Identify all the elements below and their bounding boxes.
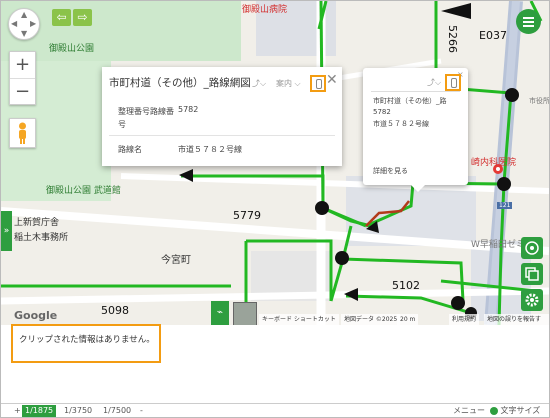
keyboard-shortcuts-link[interactable]: キーボード ショートカット (259, 314, 339, 325)
bubble-route-name: 市道５７８２号線 (373, 120, 429, 128)
main-menu-button[interactable] (516, 9, 541, 34)
pan-down-icon[interactable]: ▼ (21, 29, 27, 38)
gear-icon (525, 293, 539, 307)
scale-plus-button[interactable]: + (14, 405, 21, 417)
map-label-hospital: 御殿山病院 (242, 5, 288, 15)
share-icon[interactable]: ⤴⌵ (252, 78, 266, 89)
popup-row-value: 市道５７８２号線 (178, 145, 242, 154)
road-number-5102: 5102 (392, 279, 420, 292)
arrow-right-icon: ⇨ (77, 10, 88, 24)
map-label-clinic: 崎内科医院 (471, 158, 517, 168)
text-size-button[interactable]: 文字サイズ (490, 405, 540, 417)
close-icon[interactable]: ✕ (326, 72, 338, 88)
share-icon[interactable]: ⤴⌵ (427, 77, 441, 88)
map-label-kamishin: 上新賀庁舎 (14, 218, 60, 228)
hamburger-icon (523, 17, 534, 19)
plus-circle-icon (490, 406, 498, 415)
road-number-5098: 5098 (101, 304, 129, 317)
popup-row-value: 5782 (178, 105, 199, 114)
popup-dropdown[interactable]: 案内 ⌵ (276, 78, 301, 89)
bubble-title: 市町村道（その他）_路 (373, 97, 447, 105)
map-label-route-121: 121 (497, 202, 513, 209)
pan-left-icon[interactable]: ◀ (11, 19, 17, 28)
clip-icon (316, 79, 322, 89)
clip-button[interactable] (310, 75, 326, 92)
popup-row-label: 整理番号路線番号 (118, 107, 174, 129)
scale-option[interactable]: 1/3750 (61, 405, 95, 417)
map-label-park-budokan: 御殿山公園 武道館 (46, 186, 121, 196)
popup-title: 市町村道（その他）_路線網図 (109, 77, 251, 89)
google-logo: Google (14, 309, 58, 322)
map-data-attribution: 地図データ ©2025 (341, 314, 401, 325)
street-view-button[interactable] (9, 118, 36, 148)
paperclip-icon: ⌁ (216, 307, 224, 318)
bubble-number: 5782 (373, 108, 391, 116)
double-chevron-right-icon: » (3, 226, 10, 236)
map-label-waseda: W早稲田ゼミ (471, 240, 525, 250)
report-error-link[interactable]: 地図の誤りを報告する (484, 314, 549, 325)
clip-panel-toggle[interactable]: ⌁ (211, 301, 229, 325)
zoom-out-button[interactable]: − (10, 78, 35, 105)
pan-right-icon[interactable]: ▶ (30, 19, 36, 28)
zoom-control: + − (9, 51, 36, 105)
clip-icon (451, 78, 457, 88)
detail-link[interactable]: 詳細を見る (373, 166, 408, 176)
clip-button[interactable] (445, 74, 461, 91)
scale-minus-button[interactable]: - (140, 405, 143, 417)
pegman-icon (19, 122, 26, 144)
road-number-5779: 5779 (233, 209, 261, 222)
zoom-in-button[interactable]: + (10, 52, 35, 78)
layers-icon (525, 267, 539, 281)
pan-up-icon[interactable]: ▲ (21, 10, 27, 19)
crosshair-icon (525, 241, 539, 255)
road-number-5266: 5266 (446, 25, 459, 53)
map-label-park: 御殿山公園 (49, 44, 95, 54)
clip-empty-message: クリップされた情報はありません。 (19, 335, 155, 345)
scale-option[interactable]: 1/7500 (100, 405, 134, 417)
locate-button[interactable] (521, 237, 543, 259)
pan-control[interactable]: ▲ ▼ ◀ ▶ (8, 8, 40, 40)
popup-divider (109, 135, 335, 136)
map-label-imamiya: 今宮町 (161, 255, 191, 266)
settings-button[interactable] (521, 289, 543, 311)
back-button[interactable]: ⇦ (52, 9, 71, 26)
terms-link[interactable]: 利用規約 (449, 314, 480, 325)
clip-panel: クリップされた情報はありません。 (11, 324, 161, 363)
side-panel-toggle[interactable]: » (1, 211, 12, 251)
route-info-bubble: × ⤴⌵ 市町村道（その他）_路 5782 市道５７８２号線 詳細を見る (363, 68, 468, 192)
map-label-e037: E037 (479, 29, 507, 42)
layers-button[interactable] (521, 263, 543, 285)
scale-bar: + 1/1875 1/3750 1/7500 - メニュー 文字サイズ (1, 403, 549, 417)
map-view[interactable]: 御殿山病院 御殿山公園 御殿山公園 武道館 上新賀庁舎 稲土木事務所 今宮町 崎… (1, 1, 549, 325)
app-frame: 御殿山病院 御殿山公園 御殿山公園 武道館 上新賀庁舎 稲土木事務所 今宮町 崎… (0, 0, 550, 418)
footer-menu-link[interactable]: メニュー (453, 405, 485, 417)
map-scale-label: 20 m (397, 314, 419, 325)
arrow-left-icon: ⇦ (56, 10, 67, 24)
map-label-tokiha: 市役所 (529, 97, 549, 105)
route-info-popup: 市町村道（その他）_路線網図 ⤴⌵ 案内 ⌵ ✕ 整理番号路線番号 5782 路… (102, 67, 342, 166)
forward-button[interactable]: ⇨ (73, 9, 92, 26)
satellite-toggle-thumbnail[interactable] (233, 302, 257, 325)
scale-option[interactable]: 1/1875 (22, 405, 57, 417)
popup-row-label: 路線名 (118, 145, 142, 154)
map-label-doboku: 稲土木事務所 (14, 233, 69, 243)
